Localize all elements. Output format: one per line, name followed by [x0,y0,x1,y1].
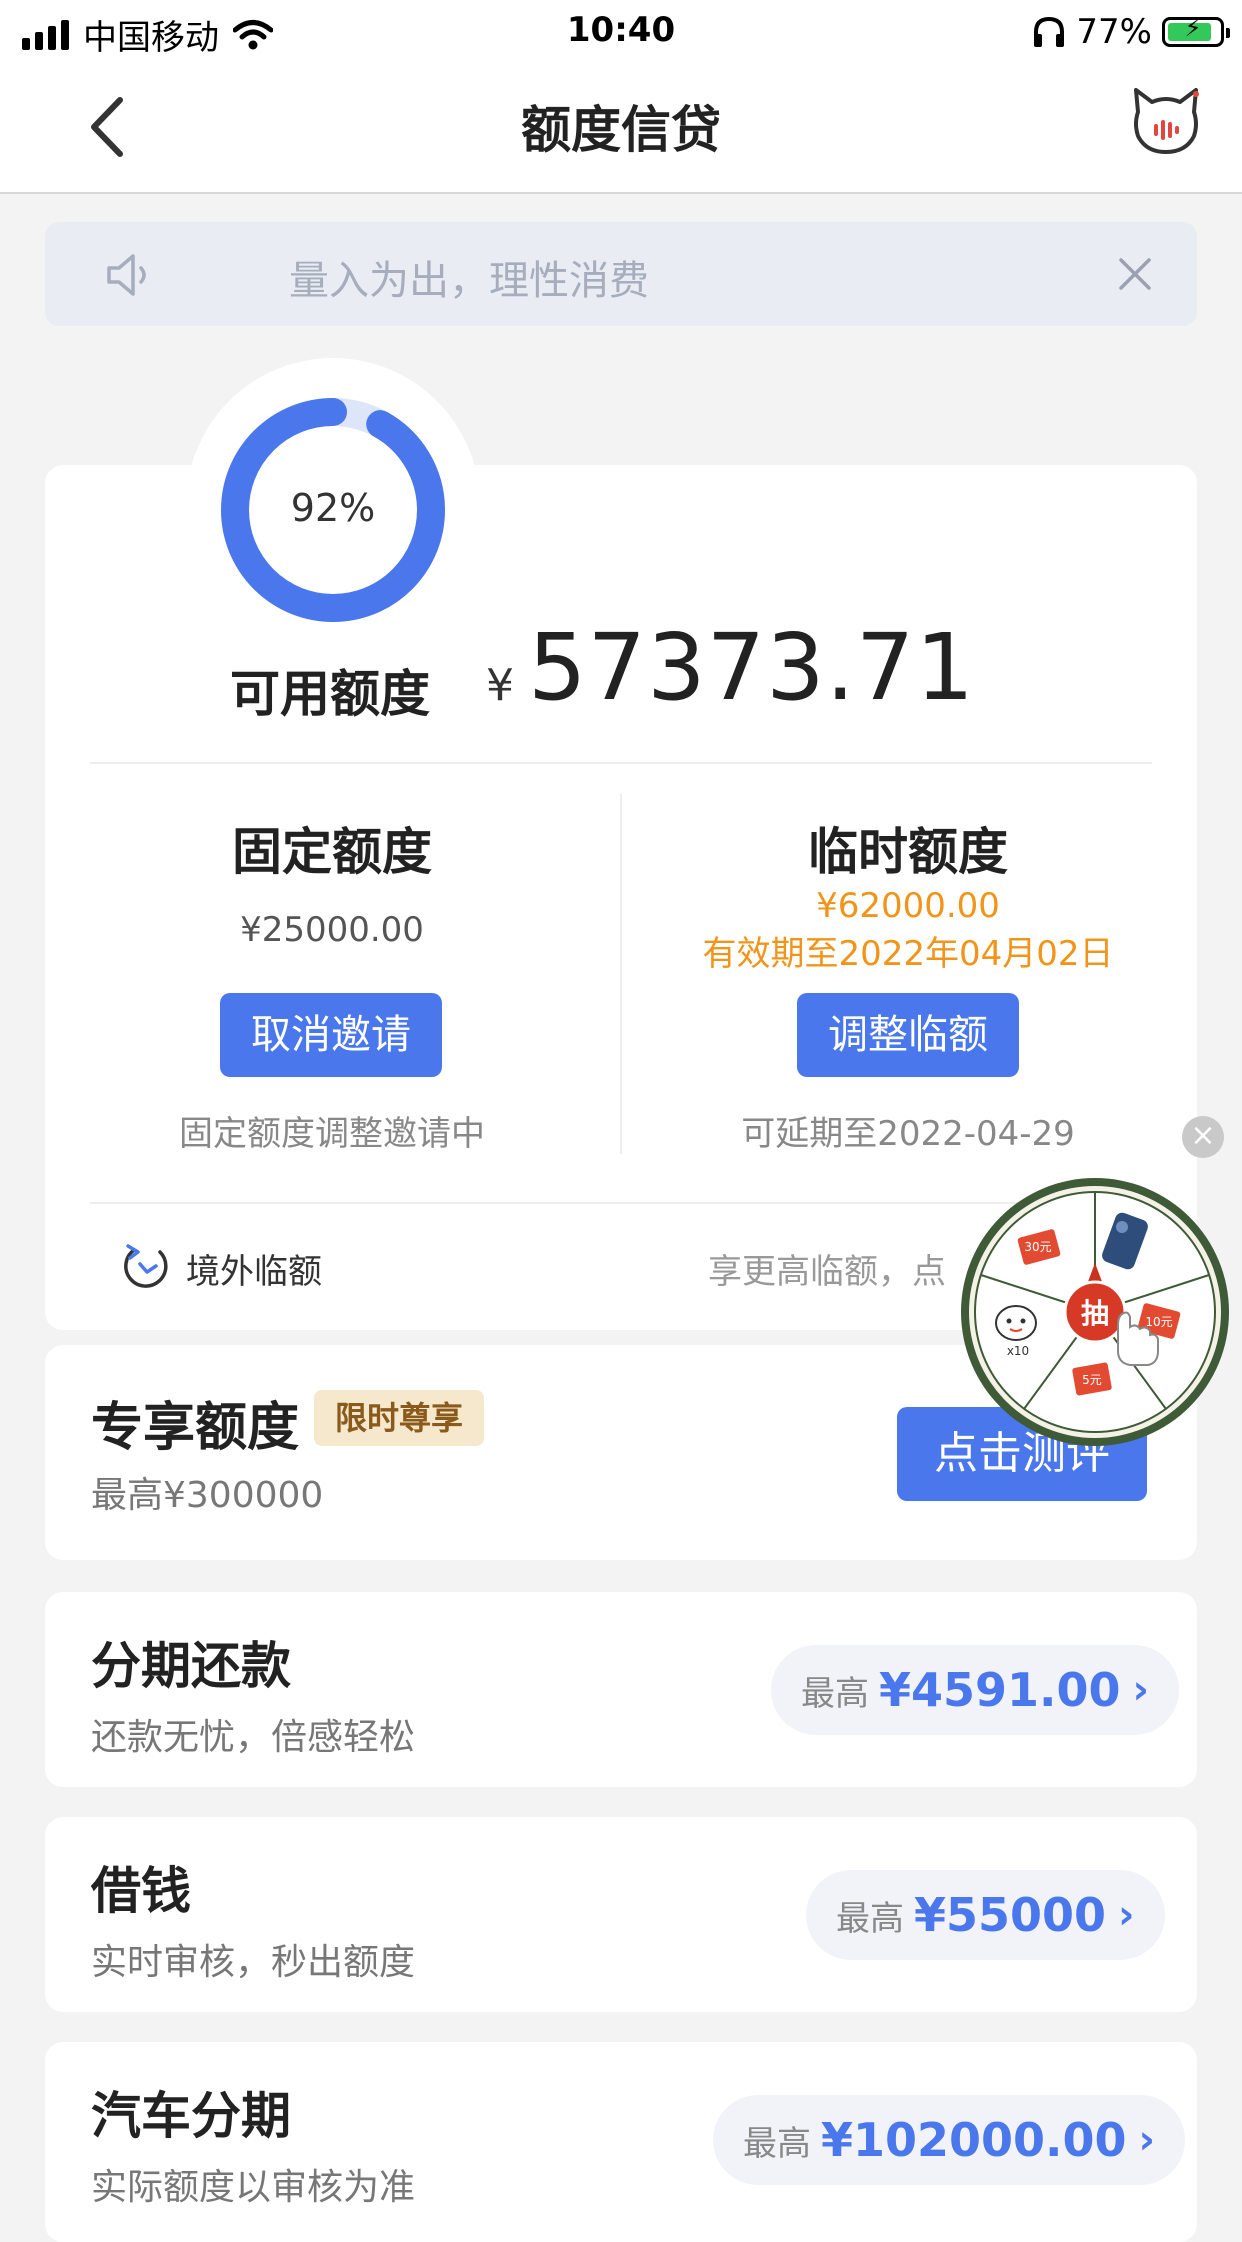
limit-value: ¥55000 [914,1888,1107,1942]
temp-quota-note: 可延期至2022-04-29 [741,1114,1075,1154]
svg-text:10元: 10元 [1145,1315,1172,1329]
product-subtitle: 实际额度以审核为准 [91,2167,416,2208]
close-icon[interactable] [1113,252,1157,296]
battery-percent: 77% [1076,12,1152,52]
speaker-icon [107,254,146,296]
notice-text: 量入为出，理性消费 [289,258,649,304]
adjust-temp-quota-button[interactable]: 调整临额 [797,993,1019,1077]
cancel-invite-button[interactable]: 取消邀请 [220,993,442,1077]
status-right: 77% ⚡ [1032,12,1230,52]
overseas-quota-label[interactable]: 境外临额 [186,1244,322,1293]
chevron-right-icon: › [1138,2117,1156,2163]
headphones-icon [1034,16,1065,47]
notice-banner: 量入为出，理性消费 [45,222,1197,326]
page-title: 额度信贷 [521,101,721,159]
limit-prefix: 最高 [836,1898,904,1939]
wheel-close-icon[interactable]: × [1182,1116,1224,1158]
limit-prefix: 最高 [743,2123,811,2164]
fixed-quota-title-wrap: 固定额度 [52,812,612,884]
temp-quota-amount: ¥62000.00 [816,886,1000,926]
exclusive-quota-title: 专享额度 [91,1398,300,1458]
available-label: 可用额度 [230,665,430,723]
svg-text:抽: 抽 [1081,1297,1109,1330]
product-subtitle: 还款无忧，倍感轻松 [91,1717,416,1758]
limit-value: ¥4591.00 [879,1663,1121,1717]
product-limit-pill[interactable]: 最高 ¥102000.00 › [713,2095,1186,2185]
available-amount: 57373.71 [528,614,975,721]
fixed-quota-note: 固定额度调整邀请中 [179,1114,485,1154]
available-currency: ¥ [486,660,514,711]
overseas-clock-icon [124,1244,168,1288]
product-title: 借钱 [91,1862,191,1920]
temp-quota-expiry: 有效期至2022年04月02日 [702,934,1114,974]
fixed-quota-title: 固定额度 [232,823,432,881]
exclusive-quota-max: 最高¥300000 [91,1475,324,1516]
navigation-bar: 额度信贷 [0,62,1242,194]
limit-value: ¥102000.00 [821,2113,1127,2167]
product-limit-pill[interactable]: 最高 ¥55000 › [806,1870,1165,1960]
temp-quota-title-wrap: 临时额度 [628,812,1188,884]
battery-icon: ⚡ [1162,14,1230,47]
product-subtitle: 实时审核，秒出额度 [91,1942,416,1983]
svg-text:5元: 5元 [1082,1373,1102,1387]
fixed-quota-amount-wrap: ¥25000.00 [52,910,612,950]
divider-vertical [620,794,622,1154]
svg-text:30元: 30元 [1024,1240,1051,1254]
limit-prefix: 最高 [801,1673,869,1714]
status-bar: 中国移动 10:40 77% ⚡ [0,0,1242,62]
temp-quota-title: 临时额度 [808,823,1008,881]
limited-time-badge: 限时尊享 [314,1390,484,1446]
temp-quota-amount-wrap: ¥62000.00 有效期至2022年04月02日 [628,886,1188,975]
product-title: 分期还款 [91,1637,291,1695]
service-mascot-icon[interactable] [1130,86,1202,156]
lottery-wheel[interactable]: 30元 10元 5元 x10 抽 [958,1175,1232,1449]
usage-percent: 92% [290,486,376,530]
fixed-quota-amount: ¥25000.00 [240,910,424,950]
chevron-right-icon: › [1132,1667,1150,1713]
overseas-quota-promo[interactable]: 享更高临额，点 [708,1244,946,1293]
chevron-right-icon: › [1118,1892,1135,1938]
product-title: 汽车分期 [91,2087,291,2145]
svg-text:x10: x10 [1007,1344,1029,1358]
divider [90,762,1152,764]
product-limit-pill[interactable]: 最高 ¥4591.00 › [771,1645,1180,1735]
